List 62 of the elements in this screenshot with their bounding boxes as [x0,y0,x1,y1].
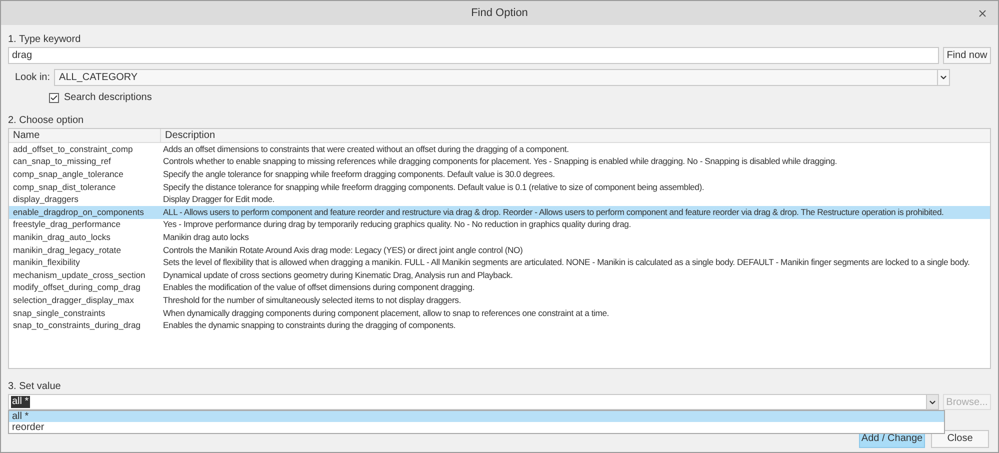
value-combo-box[interactable]: all * [8,394,939,410]
column-header[interactable]: Name [9,129,161,142]
table-cell-text: add_offset_to_constraint_comp [12,142,134,156]
table-cell-text: freestyle_drag_performance [12,218,122,232]
option-row[interactable]: comp_snap_dist_tolerance Specify the distance tolerance for snapping while freeform dragging components. Default value is 0.1 (relative to size of component being assembled). [9,180,990,194]
option-row[interactable]: add_offset_to_constraint_comp Adds an offset dimensions to constraints that were created without an offset during the dragging of a component. [9,143,990,156]
table-cell-text: When dynamically dragging components during component placement, allow to snap to references one constraint at a time. [162,306,609,320]
option-row[interactable]: manikin_drag_legacy_rotate Controls the Manikin Rotate Around Axis drag mode: Legacy (YES) or direct joint angle control (NO) [9,244,990,256]
table-cell-text: Manikin drag auto locks [162,231,249,244]
table-cell-text: enable_dragdrop_on_components [12,206,145,219]
find-now-button[interactable]: Find now [943,47,991,64]
option-row[interactable]: comp_snap_angle_tolerance Specify the angle tolerance for snapping while freeform dragging components. Default value is 30.0 degrees. [9,168,990,181]
table-cell-text: Threshold for the number of simultaneously selected items to not display draggers. [162,294,461,307]
table-cell-text: Sets the level of flexibility that is allowed when dragging a manikin. FULL - All Manikin segments are articulated. NONE - Manikin is calculated as a single body. DEFAULT - Manikin finger segments are locked to a single body. [162,256,970,270]
table-cell-text: can_snap_to_missing_ref [12,155,112,168]
table-cell-text: Dynamical update of cross sections geometry during Kinematic Drag, Analysis run and Playback. [162,268,513,282]
close-icon [976,8,988,18]
option-row[interactable]: modify_offset_during_comp_drag Enables the modification of the value of offset dimensions during component dragging. [9,282,990,294]
option-row[interactable]: freestyle_drag_performance Yes - Improve performance during drag by temporarily reducing graphics quality. No - No reduction in graphics quality during drag. [9,218,990,232]
table-cell-text: Specify the angle tolerance for snapping while freeform dragging components. Default value is 30.0 degrees. [162,168,555,181]
table-cell-text: mechanism_update_cross_section [12,268,146,282]
dropdown-item[interactable]: all * [9,411,944,422]
table-cell-text: Yes - Improve performance during drag by temporarily reducing graphics quality. No - No reduction in graphics quality during drag. [162,218,631,232]
table-cell-text: snap_single_constraints [12,306,106,320]
table-cell-text: manikin_drag_legacy_rotate [12,244,122,256]
table-cell-text: comp_snap_dist_tolerance [12,180,117,194]
table-cell-text: Controls whether to enable snapping to missing references while dragging components for placement. Yes - Snapping is enabled while dragging. No - Snapping is disabled while dragging. [162,155,837,168]
table-cell-text: selection_dragger_display_max [12,294,135,307]
table-cell-text: manikin_drag_auto_locks [12,231,112,244]
check-icon [50,94,58,102]
table-cell-text: snap_to_constraints_during_drag [12,319,142,332]
section-label: 3. Set value [8,381,62,393]
window-title: Find Option [471,6,528,21]
option-row[interactable] [9,206,990,219]
table-cell-text: Adds an offset dimensions to constraints that were created without an offset during the dragging of a component. [162,142,569,156]
table-cell-text: comp_snap_angle_tolerance [12,168,124,181]
table-cell-text: Enables the modification of the value of offset dimensions during component dragging. [162,281,475,294]
table-cell-text: modify_offset_during_comp_drag [12,281,142,294]
checkbox-label[interactable]: Search descriptions [64,90,152,105]
dropdown-item[interactable]: reorder [9,422,944,433]
look-in-dropdown[interactable]: ALL_CATEGORY [54,69,950,86]
checkbox[interactable] [49,92,59,102]
table-cell-text: Specify the distance tolerance for snapping while freeform dragging components. Default value is 0.1 (relative to size of component being assembled). [162,180,704,194]
section-label: 2. Choose option [8,115,85,127]
dialog-button[interactable]: Close [931,430,989,448]
option-row[interactable]: mechanism_update_cross_section Dynamical update of cross sections geometry during Kinematic Drag, Analysis run and Playback. [9,268,990,282]
option-row[interactable]: snap_to_constraints_during_drag Enables the dynamic snapping to constraints during the dragging of components. [9,319,990,332]
table-cell-text: ALL - Allows users to perform component and feature reorder and restructure via drag & drop. Reorder - Allows users to perform component and feature reorder via drag & drop. The Restructure operation is prohibited. [162,206,944,219]
option-row[interactable]: manikin_drag_auto_locks Manikin drag auto locks [9,231,990,244]
table-cell-text: manikin_flexibility [12,256,81,270]
browse-button: Browse... [943,394,991,410]
table-cell-text: Enables the dynamic snapping to constraints during the dragging of components. [162,319,456,332]
option-row[interactable]: display_draggers Display Dragger for Edit mode. [9,193,990,206]
option-row[interactable]: selection_dragger_display_max Threshold for the number of simultaneously selected items to not display draggers. [9,294,990,307]
table-cell-text: display_draggers [12,193,80,206]
option-row[interactable]: snap_single_constraints When dynamically dragging components during component placement, allow to snap to references one constraint at a time. [9,306,990,320]
table-cell-text: Display Dragger for Edit mode. [162,193,274,206]
look-in-label: Look in: [15,71,50,85]
keyword-field[interactable]: drag [8,47,939,64]
column-header[interactable]: Description [161,128,990,143]
table-cell-text: Controls the Manikin Rotate Around Axis drag mode: Legacy (YES) or direct joint angle control (NO) [162,244,523,256]
section-label: 1. Type keyword [8,34,82,46]
